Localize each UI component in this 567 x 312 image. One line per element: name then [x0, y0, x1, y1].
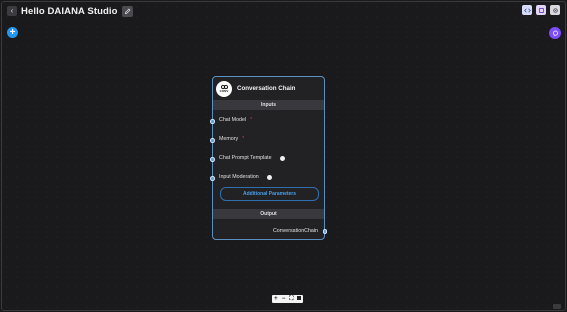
add-node-button[interactable]: + — [7, 27, 18, 38]
lock-icon — [297, 296, 302, 300]
info-icon[interactable] — [279, 155, 285, 161]
page-title: Hello DAIANA Studio — [21, 5, 118, 17]
output-handle[interactable] — [322, 229, 327, 234]
required-marker: * — [242, 136, 245, 142]
param-memory: Memory * — [219, 136, 244, 142]
zoom-out-button[interactable]: − — [280, 295, 287, 303]
node-header: CONV Conversation Chain — [216, 80, 321, 97]
minimap-toggle[interactable] — [553, 304, 561, 309]
settings-alt-icon — [538, 7, 544, 13]
chat-model-handle[interactable] — [210, 119, 215, 124]
code-button[interactable] — [522, 5, 532, 15]
node-title: Conversation Chain — [237, 85, 296, 92]
lock-button[interactable] — [296, 295, 303, 303]
output-header: Output — [213, 209, 324, 219]
additional-parameters-button[interactable]: Additional Parameters — [220, 187, 319, 201]
input-moderation-handle[interactable] — [210, 176, 215, 181]
inputs-header: Inputs — [213, 100, 324, 110]
pencil-icon — [124, 8, 130, 14]
memory-handle[interactable] — [210, 138, 215, 143]
required-marker: * — [250, 117, 253, 123]
param-label: Input Moderation — [219, 174, 259, 180]
param-input-moderation: Input Moderation — [219, 174, 272, 180]
chat-prompt-template-handle[interactable] — [210, 157, 215, 162]
header: ‹ Hello DAIANA Studio — [7, 4, 133, 18]
output-label: ConversationChain — [272, 228, 318, 234]
settings-alt-button[interactable] — [536, 5, 546, 15]
chat-bubble-icon — [552, 30, 558, 36]
param-label: Chat Prompt Template — [219, 155, 272, 161]
chevron-left-icon: ‹ — [10, 6, 14, 15]
info-icon[interactable] — [266, 174, 272, 180]
fit-view-button[interactable]: ⛶ — [288, 295, 295, 303]
back-button[interactable]: ‹ — [7, 6, 17, 16]
param-label: Memory — [219, 136, 239, 142]
param-chat-prompt-template: Chat Prompt Template — [219, 155, 285, 161]
node-icon-label: CONV — [219, 89, 229, 94]
zoom-in-button[interactable]: + — [272, 295, 279, 303]
code-icon — [523, 7, 531, 13]
conversation-chain-node[interactable]: CONV Conversation Chain Inputs Chat Mode… — [210, 76, 327, 240]
canvas-controls: + − ⛶ — [272, 295, 303, 303]
chat-button[interactable] — [549, 27, 561, 39]
settings-button[interactable] — [550, 5, 560, 15]
edit-title-button[interactable] — [121, 5, 133, 17]
param-chat-model: Chat Model * — [219, 117, 252, 123]
gear-icon — [552, 7, 558, 13]
conversation-chain-icon: CONV — [216, 80, 232, 97]
top-right-toolbar — [522, 5, 560, 15]
param-label: Chat Model — [219, 117, 247, 123]
